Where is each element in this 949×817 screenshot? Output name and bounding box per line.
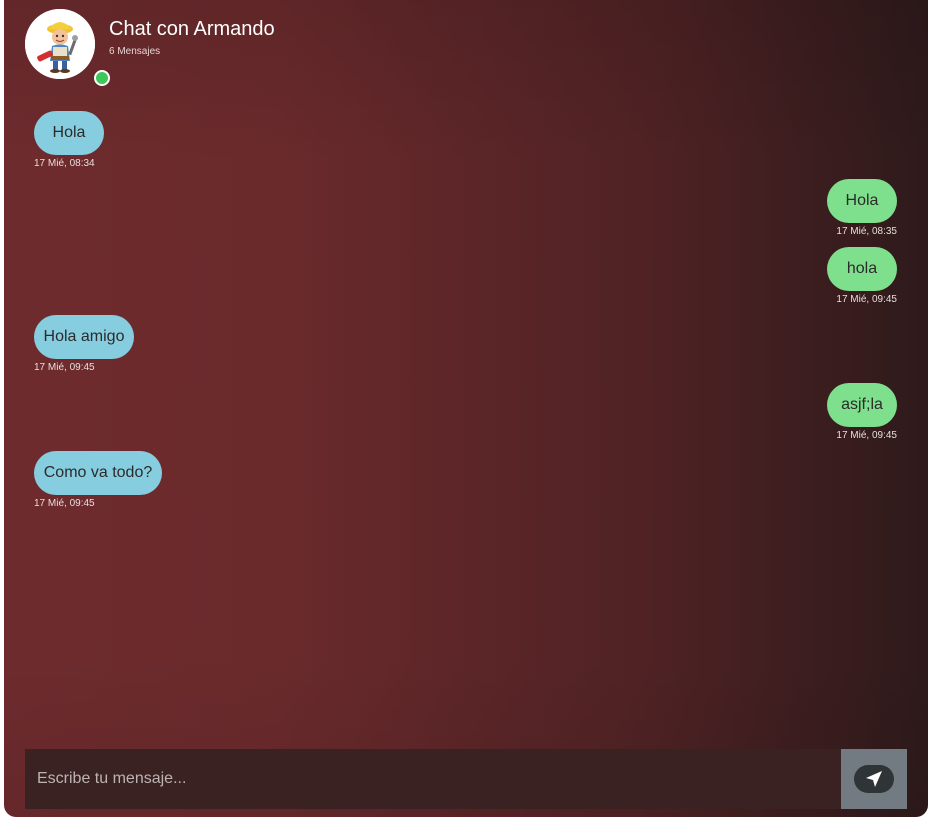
message-timestamp: 17 Mié, 09:45 <box>836 294 897 305</box>
message-timestamp: 17 Mié, 09:45 <box>836 430 897 441</box>
location-arrow-icon <box>866 771 882 787</box>
send-button[interactable] <box>841 749 907 809</box>
chat-window: Chat con Armando 6 Mensajes Hola 17 Mié,… <box>4 0 928 817</box>
message-received: Como va todo? 17 Mié, 09:45 <box>34 451 162 509</box>
message-sent: asjf;la 17 Mié, 09:45 <box>827 383 897 441</box>
message-timestamp: 17 Mié, 08:34 <box>34 158 95 169</box>
message-bubble[interactable]: Hola amigo <box>34 315 134 359</box>
message-composer <box>25 749 907 809</box>
message-received: Hola amigo 17 Mié, 09:45 <box>34 315 134 373</box>
message-bubble[interactable]: Hola <box>34 111 104 155</box>
message-bubble[interactable]: hola <box>827 247 897 291</box>
message-sent: hola 17 Mié, 09:45 <box>827 247 897 305</box>
message-bubble[interactable]: Como va todo? <box>34 451 162 495</box>
message-sent: Hola 17 Mié, 08:35 <box>827 179 897 237</box>
message-bubble[interactable]: asjf;la <box>827 383 897 427</box>
message-timestamp: 17 Mié, 09:45 <box>34 498 95 509</box>
message-bubble[interactable]: Hola <box>827 179 897 223</box>
message-timestamp: 17 Mié, 08:35 <box>836 226 897 237</box>
message-timestamp: 17 Mié, 09:45 <box>34 362 95 373</box>
send-button-pill <box>854 765 894 793</box>
message-input[interactable] <box>25 749 841 809</box>
message-received: Hola 17 Mié, 08:34 <box>34 111 104 169</box>
message-list[interactable]: Hola 17 Mié, 08:34 Hola 17 Mié, 08:35 ho… <box>4 0 928 740</box>
